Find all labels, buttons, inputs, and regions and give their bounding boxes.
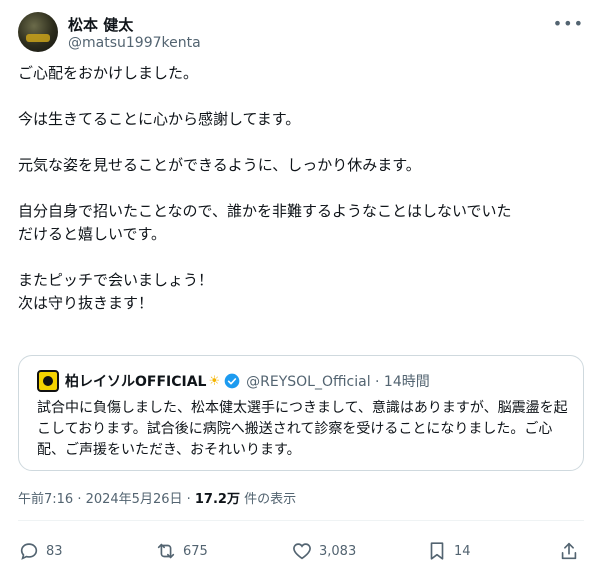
divider	[18, 520, 584, 521]
reply-icon	[20, 543, 38, 560]
sun-emoji-icon: ☀	[208, 373, 221, 389]
tweet-header: 松本 健太 @matsu1997kenta •••	[18, 12, 584, 56]
views-label: 件の表示	[239, 492, 297, 507]
share-button[interactable]	[558, 536, 586, 566]
quoted-tweet[interactable]: 柏レイソルOFFICIAL ☀ @REYSOL_Official · 14時間 …	[18, 355, 584, 471]
repost-count: 675	[183, 543, 208, 559]
tweet-line	[18, 85, 584, 108]
author-name[interactable]: 松本 健太	[68, 14, 133, 35]
tweet-line: だけると嬉しいです。	[18, 225, 167, 243]
quote-author-name: 柏レイソルOFFICIAL	[65, 374, 207, 390]
author-handle[interactable]: @matsu1997kenta	[68, 35, 201, 51]
action-bar: 83 675 3,083 14	[18, 536, 584, 566]
bookmark-icon	[430, 542, 444, 560]
tweet-line: ご心配をおかけしました。	[18, 64, 199, 82]
like-button[interactable]: 3,083	[291, 536, 356, 566]
more-icon[interactable]: •••	[553, 14, 584, 33]
quote-handle-time: @REYSOL_Official · 14時間	[246, 374, 430, 390]
tweet-line: またピッチで会いましょう！	[18, 271, 214, 289]
tweet-line	[18, 246, 584, 269]
reply-count: 83	[46, 543, 63, 559]
verified-badge-icon	[224, 373, 240, 389]
tweet-text: ご心配をおかけしました。 今は生きてることに心から感謝してます。 元気な姿を見せ…	[18, 62, 584, 315]
tweet-meta: 午前7:16 · 2024年5月26日 · 17.2万 件の表示	[18, 488, 296, 507]
tweet-line: 次は守り抜きます！	[18, 294, 154, 312]
repost-icon	[157, 543, 175, 559]
reply-button[interactable]: 83	[18, 536, 63, 566]
tweet-line	[18, 177, 584, 200]
tweet-line: 今は生きてることに心から感謝してます。	[18, 110, 301, 128]
quote-text: 試合中に負傷しました、松本健太選手につきまして、意識はありますが、脳震盪を起こし…	[37, 400, 568, 458]
bookmark-button[interactable]: 14	[426, 536, 471, 566]
repost-button[interactable]: 675	[155, 536, 208, 566]
reysol-logo-icon	[37, 370, 59, 392]
quote-header: 柏レイソルOFFICIAL ☀ @REYSOL_Official · 14時間	[37, 370, 430, 392]
share-icon	[561, 542, 577, 560]
views-count: 17.2万	[194, 492, 240, 507]
tweet-line: 自分自身で招いたことなので、誰かを非難するようなことはしないでいた	[18, 202, 512, 220]
tweet-line	[18, 131, 584, 154]
like-count: 3,083	[319, 543, 357, 559]
avatar[interactable]	[18, 12, 58, 52]
bookmark-count: 14	[454, 543, 471, 559]
tweet-line: 元気な姿を見せることができるように、しっかり休みます。	[18, 156, 421, 174]
timestamp[interactable]: 午前7:16 · 2024年5月26日 ·	[18, 492, 195, 507]
heart-icon	[293, 543, 311, 560]
